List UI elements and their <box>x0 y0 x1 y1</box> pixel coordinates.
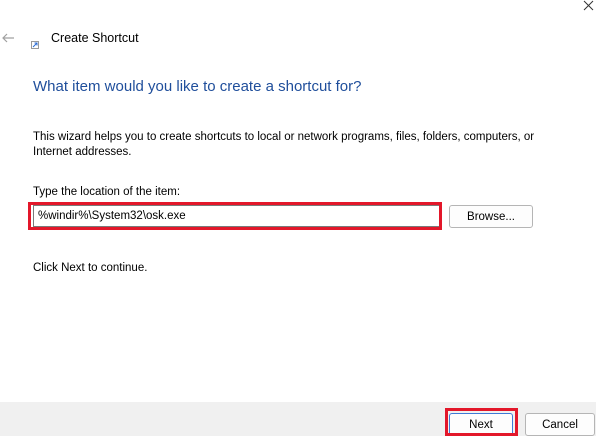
wizard-description: This wizard helps you to create shortcut… <box>33 131 535 158</box>
browse-button[interactable]: Browse... <box>449 205 533 228</box>
continue-instruction: Click Next to continue. <box>33 262 148 274</box>
back-arrow-icon[interactable] <box>1 31 15 45</box>
close-icon[interactable] <box>580 0 596 16</box>
page-heading: What item would you like to create a sho… <box>33 78 362 95</box>
location-input[interactable] <box>33 205 440 227</box>
next-button[interactable]: Next <box>449 413 513 436</box>
shortcut-icon <box>31 36 39 49</box>
location-label: Type the location of the item: <box>33 186 181 198</box>
window-title: Create Shortcut <box>51 31 139 45</box>
create-shortcut-window: Create Shortcut What item would you like… <box>0 0 596 436</box>
cancel-button[interactable]: Cancel <box>525 413 595 436</box>
